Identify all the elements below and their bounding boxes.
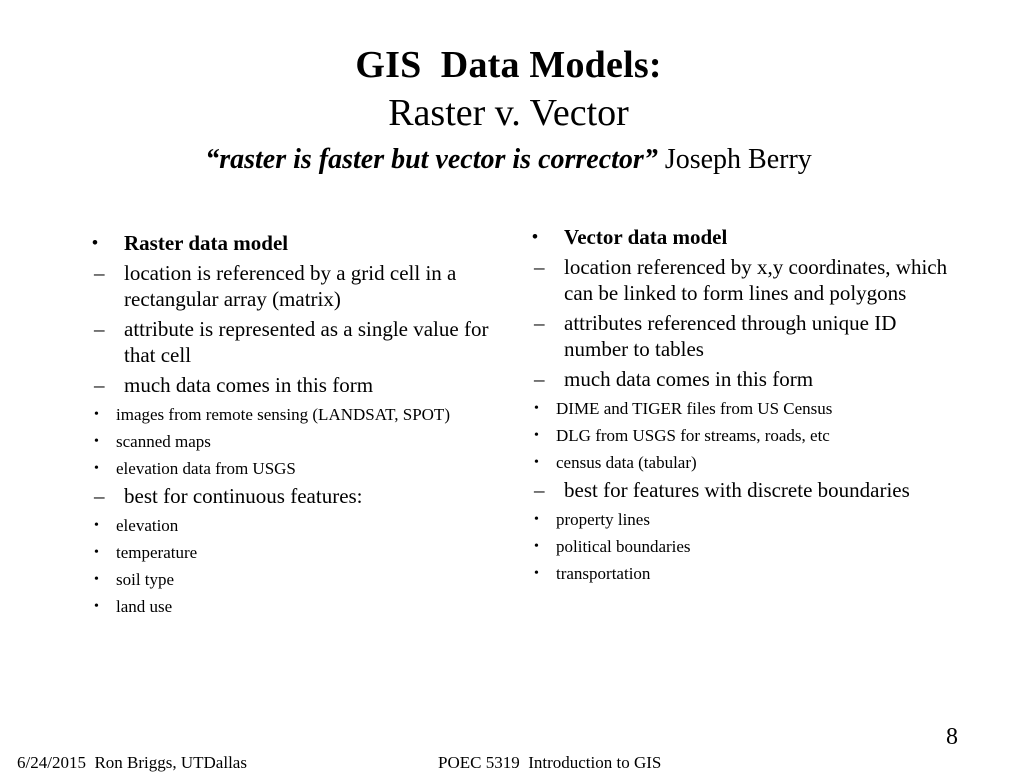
slide-number: 8 bbox=[946, 724, 958, 750]
list-item-label: attributes referenced through unique ID … bbox=[564, 311, 897, 361]
page-subtitle: Raster v. Vector bbox=[388, 92, 629, 134]
list-item: • property lines bbox=[518, 509, 958, 530]
round-bullet-icon: • bbox=[94, 434, 99, 449]
sub-bullet-list: • elevation • temperature • soil type • land us… bbox=[78, 515, 508, 617]
list-item-label: property lines bbox=[556, 510, 650, 529]
round-bullet-icon: • bbox=[94, 407, 99, 422]
list-item: • images from remote sensing (LANDSAT, SP… bbox=[78, 404, 508, 425]
list-item-label: elevation bbox=[116, 516, 179, 535]
list-item-label: much data comes in this form bbox=[564, 367, 814, 391]
page-title: GIS Data Models: bbox=[355, 44, 662, 86]
list-item: • DIME and TIGER files from US Census bbox=[518, 398, 958, 419]
sub-bullet-list: • DIME and TIGER files from US Census • DLG… bbox=[518, 398, 958, 473]
list-item: • soil type bbox=[78, 569, 508, 590]
round-bullet-icon: • bbox=[534, 566, 539, 581]
footer-date-author: 6/24/2015 Ron Briggs, UTDallas bbox=[17, 753, 247, 772]
list-item-label: best for continuous features: bbox=[124, 484, 363, 508]
list-item-label: DIME and TIGER files from US Census bbox=[556, 399, 833, 418]
sub-bullet-list: • property lines • political boundaries • tra… bbox=[518, 509, 958, 584]
list-item: • land use bbox=[78, 596, 508, 617]
list-item-label: temperature bbox=[116, 543, 198, 562]
list-item: – attribute is represented as a single va… bbox=[78, 316, 508, 368]
list-item: – attributes referenced through unique ID… bbox=[518, 310, 958, 362]
dash-bullet-icon: – bbox=[94, 317, 105, 341]
round-bullet-icon: • bbox=[534, 539, 539, 554]
round-bullet-icon: • bbox=[94, 599, 99, 614]
left-content-column: • Raster data model – location is referen… bbox=[78, 230, 508, 617]
round-bullet-icon: • bbox=[92, 233, 98, 252]
list-item: – much data comes in this form bbox=[518, 366, 958, 392]
list-item: • elevation data from USGS bbox=[78, 458, 508, 479]
title-quote-line: “raster is faster but vector is correcto… bbox=[60, 140, 957, 180]
list-item-label: political boundaries bbox=[556, 537, 691, 556]
list-item-label: DLG from USGS for streams, roads, etc bbox=[556, 426, 830, 445]
vector-bullet-list: • Vector data model bbox=[518, 224, 958, 250]
dash-bullet-icon: – bbox=[534, 255, 545, 279]
round-bullet-icon: • bbox=[534, 401, 539, 416]
round-bullet-icon: • bbox=[534, 512, 539, 527]
list-item-label: location referenced by x,y coordinates, … bbox=[564, 255, 948, 305]
list-item-label: images from remote sensing (LANDSAT, SPO… bbox=[116, 405, 450, 424]
list-item: – location referenced by x,y coordinates,… bbox=[518, 254, 958, 306]
list-item: • transportation bbox=[518, 563, 958, 584]
dash-bullet-icon: – bbox=[94, 484, 105, 508]
slide-canvas: GIS Data Models: Raster v. Vector “raste… bbox=[0, 0, 1017, 777]
list-item-label: much data comes in this form bbox=[124, 373, 374, 397]
list-item-label: best for features with discrete boundari… bbox=[564, 478, 910, 502]
raster-bullet-list: • Raster data model bbox=[78, 230, 508, 256]
list-item: • census data (tabular) bbox=[518, 452, 958, 473]
list-item: • scanned maps bbox=[78, 431, 508, 452]
list-item: – location is referenced by a grid cell i… bbox=[78, 260, 508, 312]
round-bullet-icon: • bbox=[532, 227, 538, 246]
list-item-label: scanned maps bbox=[116, 432, 211, 451]
dash-bullet-icon: – bbox=[534, 311, 545, 335]
title-quote-text: “raster is faster but vector is correcto… bbox=[205, 144, 658, 175]
raster-sublevel-list: – location is referenced by a grid cell i… bbox=[78, 260, 508, 617]
raster-heading-label: Raster data model bbox=[124, 231, 289, 255]
list-item: – much data comes in this form bbox=[78, 372, 508, 398]
dash-bullet-icon: – bbox=[94, 373, 105, 397]
round-bullet-icon: • bbox=[94, 461, 99, 476]
dash-bullet-icon: – bbox=[94, 261, 105, 285]
slide-title-block: GIS Data Models: Raster v. Vector “raste… bbox=[60, 42, 957, 180]
round-bullet-icon: • bbox=[534, 455, 539, 470]
list-item-label: transportation bbox=[556, 564, 651, 583]
list-item-label: attribute is represented as a single val… bbox=[124, 317, 489, 367]
list-item: • DLG from USGS for streams, roads, etc bbox=[518, 425, 958, 446]
vector-sublevel-list: – location referenced by x,y coordinates,… bbox=[518, 254, 958, 584]
list-item-label: soil type bbox=[116, 570, 175, 589]
dash-bullet-icon: – bbox=[534, 367, 545, 391]
list-item: • elevation bbox=[78, 515, 508, 536]
dash-bullet-icon: – bbox=[534, 478, 545, 502]
sub-bullet-list: • images from remote sensing (LANDSAT, SP… bbox=[78, 404, 508, 479]
list-item-label: census data (tabular) bbox=[556, 453, 697, 472]
raster-heading-item: • Raster data model bbox=[78, 230, 508, 256]
vector-heading-item: • Vector data model bbox=[518, 224, 958, 250]
vector-heading-label: Vector data model bbox=[564, 225, 728, 249]
round-bullet-icon: • bbox=[94, 572, 99, 587]
round-bullet-icon: • bbox=[94, 518, 99, 533]
list-item-label: elevation data from USGS bbox=[116, 459, 296, 478]
list-item: • temperature bbox=[78, 542, 508, 563]
list-item-label: land use bbox=[116, 597, 173, 616]
right-content-column: • Vector data model – location referenced… bbox=[518, 224, 958, 584]
list-item: – best for continuous features: bbox=[78, 483, 508, 509]
list-item: – best for features with discrete boundar… bbox=[518, 477, 958, 503]
list-item-label: location is referenced by a grid cell in… bbox=[124, 261, 457, 311]
list-item: • political boundaries bbox=[518, 536, 958, 557]
round-bullet-icon: • bbox=[534, 428, 539, 443]
title-quote-attribution: Joseph Berry bbox=[657, 144, 812, 175]
footer-course: POEC 5319 Introduction to GIS bbox=[438, 753, 662, 772]
round-bullet-icon: • bbox=[94, 545, 99, 560]
